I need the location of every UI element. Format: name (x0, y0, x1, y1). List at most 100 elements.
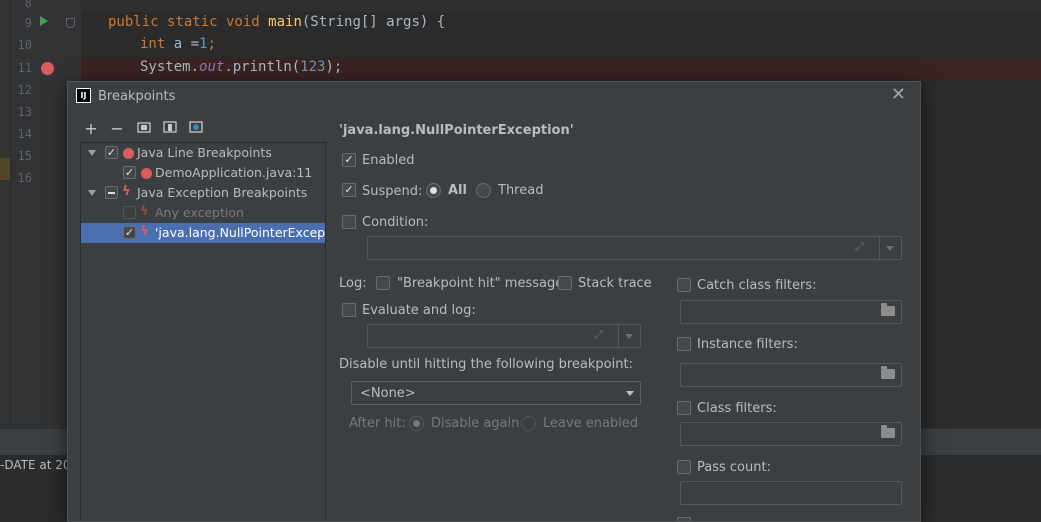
tree-item-label: DemoApplication.java:11 (155, 165, 313, 180)
suspend-thread-label: Thread (498, 183, 544, 198)
log-label: Log: (339, 276, 367, 291)
tree-item-demoapplication[interactable]: ✓ DemoApplication.java:11 (81, 163, 325, 183)
code-line-10: int a =1; (140, 36, 216, 52)
disable-again-radio[interactable] (409, 416, 424, 431)
caller-filters-checkbox[interactable] (677, 517, 691, 521)
instance-filters-field[interactable] (680, 363, 902, 387)
line-number: 14 (17, 127, 32, 141)
exception-breakpoint-icon: ϟ (140, 224, 149, 239)
suspend-checkbox[interactable]: ✓ (342, 183, 356, 197)
chevron-down-icon[interactable] (88, 150, 96, 156)
exception-breakpoint-icon: ϟ (122, 184, 131, 199)
evaluate-log-field[interactable]: ⤢ (367, 324, 641, 348)
class-filters-label: Class filters: (697, 401, 777, 416)
editor-top-strip (81, 0, 1041, 12)
code-text: (String[] args) { (301, 14, 446, 30)
tree-item-label: Java Exception Breakpoints (137, 185, 308, 200)
dialog-title: Breakpoints (98, 89, 176, 104)
folder-icon[interactable] (881, 303, 895, 316)
line-number: 8 (24, 0, 32, 10)
stack-trace-label: Stack trace (578, 276, 652, 291)
exception-breakpoint-icon: ϟ (140, 204, 149, 219)
tree-item-label: Any exception (155, 205, 244, 220)
code-number: 123 (300, 59, 326, 75)
console-text: -DATE at 20 (0, 458, 71, 472)
condition-field[interactable]: ⤢ (367, 236, 902, 260)
remove-icon[interactable]: − (108, 120, 126, 138)
disable-until-combo[interactable]: <None> (351, 381, 641, 405)
line-number: 10 (17, 38, 32, 52)
enabled-checkbox[interactable]: ✓ (342, 153, 356, 167)
code-semicolon: ; (207, 36, 216, 52)
evaluate-log-checkbox[interactable] (342, 303, 356, 317)
catch-class-filters-field[interactable] (680, 300, 902, 324)
log-message-checkbox[interactable] (376, 276, 390, 290)
disable-until-label: Disable until hitting the following brea… (339, 357, 633, 372)
code-keyword: int (140, 36, 174, 52)
fold-icon[interactable] (66, 18, 75, 28)
class-filters-checkbox[interactable] (677, 401, 691, 415)
catch-class-filters-checkbox[interactable] (677, 278, 691, 292)
log-message-label: "Breakpoint hit" message (397, 276, 564, 291)
code-method-name: main (268, 14, 302, 30)
instance-filters-checkbox[interactable] (677, 337, 691, 351)
checkbox-icon[interactable]: ✓ (123, 166, 136, 179)
dialog-title-bar[interactable]: IJ Breakpoints ✕ (68, 82, 920, 110)
line-number: 13 (17, 105, 32, 119)
pass-count-checkbox[interactable] (677, 460, 691, 474)
combo-value: <None> (360, 386, 416, 401)
suspend-all-label: All (448, 183, 467, 198)
group-by-file-icon[interactable] (161, 120, 179, 138)
breakpoint-icon[interactable] (41, 62, 54, 75)
checkbox-icon[interactable]: ✓ (105, 146, 118, 159)
line-number: 16 (17, 171, 32, 185)
chevron-down-icon[interactable] (88, 190, 96, 196)
code-text: System. (140, 59, 200, 75)
line-number: 11 (17, 61, 32, 75)
tree-item-nullpointerexception[interactable]: ✓ ϟ 'java.lang.NullPointerExceptio (81, 223, 325, 243)
folder-icon[interactable] (881, 425, 895, 438)
history-dropdown[interactable] (879, 237, 901, 259)
run-icon[interactable] (40, 16, 48, 26)
code-text: ); (325, 59, 343, 75)
history-dropdown[interactable] (618, 325, 640, 347)
expand-icon[interactable]: ⤢ (594, 329, 606, 341)
disable-again-label: Disable again (431, 416, 520, 431)
leave-enabled-radio[interactable] (521, 416, 536, 431)
instance-filters-label: Instance filters: (697, 337, 798, 352)
tree-item-any-exception[interactable]: ϟ Any exception (81, 203, 325, 223)
evaluate-log-label: Evaluate and log: (362, 303, 476, 318)
close-icon[interactable]: ✕ (891, 86, 906, 104)
suspend-thread-radio[interactable] (476, 183, 491, 198)
tree-group-exception-breakpoints[interactable]: ϟ Java Exception Breakpoints (81, 183, 325, 203)
chevron-down-icon (626, 391, 634, 396)
line-number: 9 (24, 16, 32, 30)
breakpoint-title: 'java.lang.NullPointerException' (339, 123, 574, 138)
group-by-class-icon[interactable] (187, 120, 205, 138)
code-keyword: public static void (108, 14, 269, 30)
pass-count-field[interactable] (680, 481, 902, 505)
add-icon[interactable]: + (82, 120, 100, 138)
tree-group-line-breakpoints[interactable]: ✓ Java Line Breakpoints (81, 143, 325, 163)
expand-icon[interactable]: ⤢ (855, 241, 867, 253)
class-filters-field[interactable] (680, 422, 902, 446)
folder-icon[interactable] (881, 366, 895, 379)
code-field: out (199, 59, 225, 75)
leave-enabled-label: Leave enabled (543, 416, 639, 431)
code-line-11: System.out.println(123); (140, 59, 342, 75)
pass-count-label: Pass count: (697, 460, 771, 475)
suspend-all-radio[interactable] (426, 183, 441, 198)
group-by-package-icon[interactable] (135, 120, 153, 138)
checkbox-icon[interactable] (123, 206, 136, 219)
code-line-9: public static void main(String[] args) { (108, 14, 445, 30)
checkbox-icon[interactable]: ✓ (123, 226, 136, 239)
condition-checkbox[interactable] (342, 215, 356, 229)
tree-item-label: 'java.lang.NullPointerExceptio (155, 225, 325, 240)
breakpoints-tree[interactable]: ✓ Java Line Breakpoints ✓ DemoApplicatio… (80, 142, 326, 521)
intellij-app-icon: IJ (76, 88, 91, 103)
stack-trace-checkbox[interactable] (558, 276, 572, 290)
code-text: a = (173, 36, 200, 52)
checkbox-icon[interactable] (105, 186, 118, 199)
suspend-label: Suspend: (362, 184, 423, 199)
line-breakpoint-icon (123, 148, 134, 159)
